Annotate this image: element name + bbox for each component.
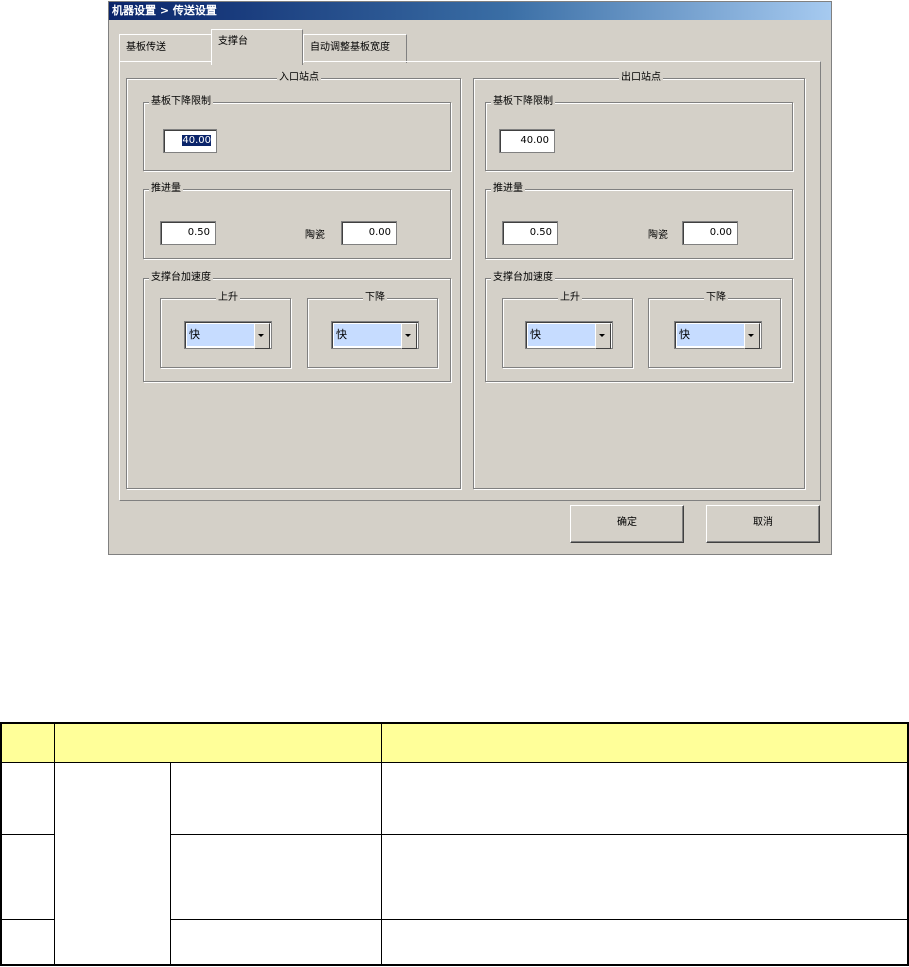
table-col-divider: [54, 724, 55, 964]
table-header-row: [2, 724, 907, 762]
entry-down-group: 下降 快: [307, 292, 438, 368]
table-row-divider: [2, 762, 907, 763]
entry-up-value: 快: [187, 324, 259, 346]
entry-station-title: 入口站点: [277, 72, 321, 84]
exit-down-group: 下降 快: [648, 292, 781, 368]
exit-lower-limit-label: 基板下降限制: [491, 96, 555, 108]
exit-lower-limit-input[interactable]: 40.00: [499, 129, 555, 153]
exit-down-select[interactable]: 快: [674, 321, 762, 349]
chevron-down-icon[interactable]: [254, 323, 270, 349]
entry-accel-label: 支撑台加速度: [149, 272, 213, 284]
exit-station-title: 出口站点: [619, 72, 663, 84]
exit-up-value: 快: [528, 324, 600, 346]
entry-station-group: 入口站点 基板下降限制 40.00 推进量 0.50 陶瓷 0.00 支撑台加速…: [126, 72, 461, 489]
settings-window: 机器设置 > 传送设置 基板传送 支撑台 自动调整基板宽度 入口站点 基板下降限…: [108, 1, 832, 555]
entry-push-label: 推进量: [149, 183, 183, 195]
entry-down-label: 下降: [363, 292, 387, 304]
table-row-divider: [170, 834, 907, 835]
entry-lower-limit-label: 基板下降限制: [149, 96, 213, 108]
exit-up-select[interactable]: 快: [525, 321, 613, 349]
entry-up-group: 上升 快: [160, 292, 291, 368]
table-col-divider: [381, 724, 382, 964]
exit-ceramic-label: 陶瓷: [648, 230, 668, 241]
entry-ceramic-input[interactable]: 0.00: [341, 221, 397, 245]
exit-up-group: 上升 快: [502, 292, 633, 368]
exit-push-input[interactable]: 0.50: [502, 221, 558, 245]
exit-accel-label: 支撑台加速度: [491, 272, 555, 284]
ok-button[interactable]: 确定: [570, 505, 684, 543]
tab-panel: 入口站点 基板下降限制 40.00 推进量 0.50 陶瓷 0.00 支撑台加速…: [119, 61, 821, 501]
table-row-divider: [2, 919, 54, 920]
entry-lower-limit-group: 基板下降限制 40.00: [143, 96, 451, 171]
exit-push-group: 推进量 0.50 陶瓷 0.00: [485, 183, 793, 259]
exit-ceramic-input[interactable]: 0.00: [682, 221, 738, 245]
table-row-divider: [170, 919, 907, 920]
chevron-down-icon[interactable]: [401, 323, 417, 349]
exit-up-label: 上升: [558, 292, 582, 304]
entry-down-select[interactable]: 快: [331, 321, 419, 349]
entry-push-input[interactable]: 0.50: [160, 221, 216, 245]
entry-accel-group: 支撑台加速度 上升 快 下降 快: [143, 272, 451, 382]
tab-board-transfer[interactable]: 基板传送: [119, 34, 213, 63]
exit-push-label: 推进量: [491, 183, 525, 195]
exit-station-group: 出口站点 基板下降限制 40.00 推进量 0.50 陶瓷 0.00 支撑台加速…: [473, 72, 805, 489]
tab-support-table[interactable]: 支撑台: [211, 29, 303, 65]
entry-up-label: 上升: [216, 292, 240, 304]
parameter-table: [0, 722, 909, 966]
window-title: 机器设置 > 传送设置: [109, 2, 831, 20]
entry-ceramic-label: 陶瓷: [305, 230, 325, 241]
entry-push-group: 推进量 0.50 陶瓷 0.00: [143, 183, 451, 259]
chevron-down-icon[interactable]: [744, 323, 760, 349]
exit-down-value: 快: [677, 324, 749, 346]
exit-down-label: 下降: [704, 292, 728, 304]
entry-down-value: 快: [334, 324, 406, 346]
table-row-divider: [2, 834, 54, 835]
table-col-divider: [170, 762, 171, 964]
exit-lower-limit-group: 基板下降限制 40.00: [485, 96, 793, 171]
tab-auto-width[interactable]: 自动调整基板宽度: [303, 34, 407, 63]
chevron-down-icon[interactable]: [595, 323, 611, 349]
cancel-button[interactable]: 取消: [706, 505, 820, 543]
entry-up-select[interactable]: 快: [184, 321, 272, 349]
entry-lower-limit-input[interactable]: 40.00: [163, 129, 217, 153]
exit-accel-group: 支撑台加速度 上升 快 下降 快: [485, 272, 793, 382]
